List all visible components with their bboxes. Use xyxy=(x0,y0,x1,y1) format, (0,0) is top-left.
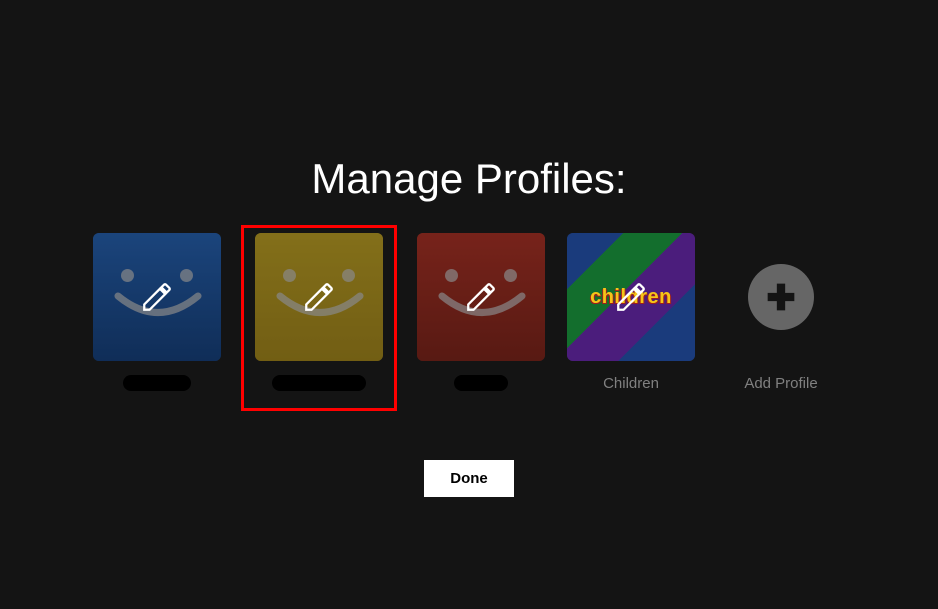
profile-label-3: Children xyxy=(603,375,659,392)
profiles-row: children Children Add Profile xyxy=(93,233,845,392)
plus-icon xyxy=(761,277,801,317)
profile-cell-2[interactable] xyxy=(417,233,545,391)
pencil-icon xyxy=(302,280,336,314)
profile-label-0 xyxy=(123,375,191,391)
profile-label-2 xyxy=(454,375,508,391)
pencil-icon xyxy=(614,280,648,314)
profile-cell-1[interactable] xyxy=(243,233,395,391)
add-profile-cell[interactable]: Add Profile xyxy=(717,233,845,392)
pencil-icon xyxy=(464,280,498,314)
profile-cell-0[interactable] xyxy=(93,233,221,391)
plus-circle xyxy=(748,264,814,330)
add-profile-box[interactable] xyxy=(717,233,845,361)
add-profile-label: Add Profile xyxy=(744,375,817,392)
page-title: Manage Profiles: xyxy=(311,155,626,203)
done-button[interactable]: Done xyxy=(424,460,514,497)
profile-avatar-0[interactable] xyxy=(93,233,221,361)
profile-cell-3[interactable]: children Children xyxy=(567,233,695,392)
profile-label-1 xyxy=(272,375,366,391)
profile-avatar-3[interactable]: children xyxy=(567,233,695,361)
pencil-icon xyxy=(140,280,174,314)
profile-avatar-2[interactable] xyxy=(417,233,545,361)
profile-avatar-1[interactable] xyxy=(255,233,383,361)
